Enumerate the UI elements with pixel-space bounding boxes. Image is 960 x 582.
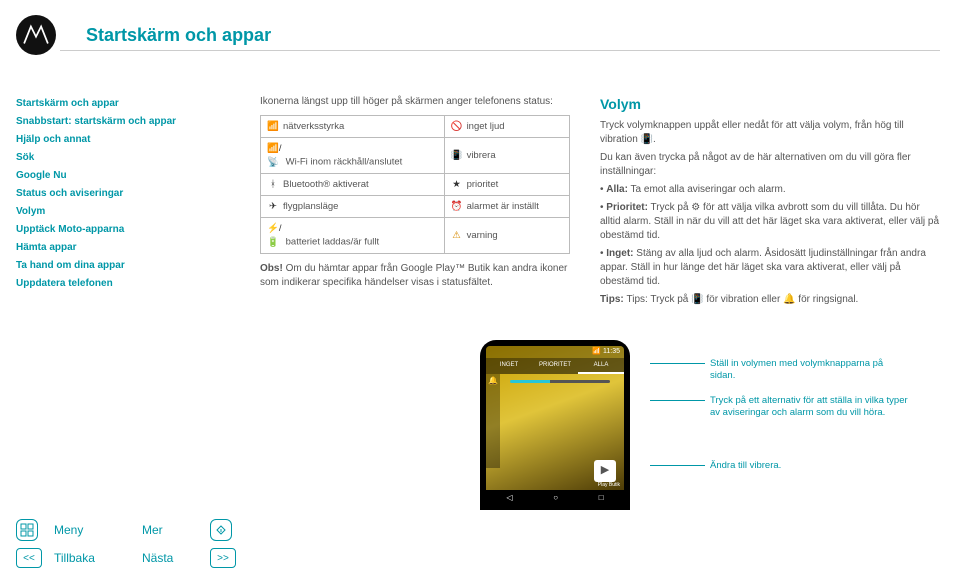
sidebar-item[interactable]: Uppdatera telefonen	[16, 275, 226, 293]
sidebar-item[interactable]: Snabbstart: startskärm och appar	[16, 113, 226, 131]
play-store-icon[interactable]: ▶	[594, 460, 616, 482]
sidebar-item[interactable]: Upptäck Moto-apparna	[16, 221, 226, 239]
no-sound-icon: 🚫	[451, 120, 463, 133]
bullet-none: Inget: Stäng av alla ljud och alarm. Åsi…	[600, 247, 940, 289]
tab-all[interactable]: ALLA	[578, 358, 624, 374]
phone-statusbar: 📶 11:35	[486, 346, 624, 358]
table-row: ⚡/🔋 batteriet laddas/är fullt ⚠ varning	[261, 218, 570, 254]
cell-text: nätverksstyrka	[283, 121, 344, 132]
cell-text: alarmet är inställt	[467, 201, 539, 212]
motorola-logo	[16, 15, 56, 55]
doc-footer-nav: Meny Mer << Tillbaka Nästa >>	[16, 518, 244, 570]
volume-p1: Tryck volymknappen uppåt eller nedåt för…	[600, 119, 940, 147]
sidebar-item[interactable]: Ta hand om dina appar	[16, 257, 226, 275]
cell-text: Wi-Fi inom räckhåll/anslutet	[283, 157, 402, 168]
menu-label[interactable]: Meny	[54, 523, 134, 537]
signal-icon: 📶	[267, 120, 279, 133]
battery-icon: ⚡/🔋	[267, 222, 279, 249]
bullet-all: Alla: Ta emot alla aviseringar och alarm…	[600, 183, 940, 197]
cell-text: inget ljud	[467, 121, 505, 132]
volume-slider[interactable]	[510, 380, 610, 383]
status-icon-table: 📶 nätverksstyrka 🚫 inget ljud 📶/📡 Wi-Fi in…	[260, 115, 570, 254]
volume-section: Volym Tryck volymknappen uppåt eller ned…	[600, 95, 940, 311]
bluetooth-icon: ᚼ	[267, 178, 279, 191]
phone-navbar: ◁ ○ □	[486, 490, 624, 504]
warning-icon: ⚠	[451, 229, 463, 242]
sidebar-item[interactable]: Volym	[16, 203, 226, 221]
table-row: 📶/📡 Wi-Fi inom räckhåll/anslutet 📳 vibrer…	[261, 138, 570, 174]
phone-illustration: 📶 11:35 INGET PRIORITET ALLA 🔔 ▶ Play Bu…	[480, 340, 950, 530]
obs-note: Obs! Om du hämtar appar från Google Play…	[260, 262, 570, 290]
volume-mode-tabs: INGET PRIORITET ALLA	[486, 358, 624, 374]
next-label[interactable]: Nästa	[142, 551, 202, 565]
phone-screen: 📶 11:35 INGET PRIORITET ALLA 🔔 ▶ Play Bu…	[486, 346, 624, 504]
sidebar-item[interactable]: Sök	[16, 149, 226, 167]
play-store-label: Play Butik	[598, 482, 620, 488]
nav-home-icon[interactable]: ○	[553, 493, 558, 502]
bell-icon[interactable]: 🔔	[486, 374, 500, 468]
annotation-vibrate: Ändra till vibrera.	[710, 460, 910, 472]
header-rule	[60, 50, 940, 51]
tips-line: Tips: Tips: Tryck på 📳 för vibration ell…	[600, 293, 940, 307]
sidebar-item[interactable]: Startskärm och appar	[16, 95, 226, 113]
table-row: ✈ flygplansläge ⏰ alarmet är inställt	[261, 196, 570, 218]
cell-text: prioritet	[467, 179, 499, 190]
sidebar-item[interactable]: Status och aviseringar	[16, 185, 226, 203]
more-icon[interactable]	[210, 519, 232, 541]
status-intro: Ikonerna längst upp till höger på skärme…	[260, 95, 570, 109]
more-label[interactable]: Mer	[142, 523, 202, 537]
vibrate-icon: 📳	[451, 149, 463, 162]
next-button[interactable]: >>	[210, 548, 236, 568]
nav-back-icon[interactable]: ◁	[506, 493, 512, 502]
sidebar-item[interactable]: Google Nu	[16, 167, 226, 185]
cell-text: Bluetooth® aktiverat	[283, 179, 369, 190]
table-row: 📶 nätverksstyrka 🚫 inget ljud	[261, 116, 570, 138]
vibrate-inline-icon: 📳	[641, 134, 653, 145]
cell-text: batteriet laddas/är fullt	[283, 237, 379, 248]
volume-heading: Volym	[600, 95, 940, 115]
page-title: Startskärm och appar	[86, 25, 271, 46]
menu-icon[interactable]	[16, 519, 38, 541]
sidebar-item[interactable]: Hjälp och annat	[16, 131, 226, 149]
volume-p2: Du kan även trycka på något av de här al…	[600, 151, 940, 179]
sidebar: Startskärm och appar Snabbstart: startsk…	[16, 95, 226, 293]
wifi-icon: 📶/📡	[267, 142, 279, 169]
tab-none[interactable]: INGET	[486, 358, 532, 374]
cell-text: flygplansläge	[283, 201, 338, 212]
annotation-tabs: Tryck på ett alternativ för att ställa i…	[710, 395, 910, 420]
back-button[interactable]: <<	[16, 548, 42, 568]
airplane-icon: ✈	[267, 200, 279, 213]
phone-frame: 📶 11:35 INGET PRIORITET ALLA 🔔 ▶ Play Bu…	[480, 340, 630, 510]
nav-recent-icon[interactable]: □	[599, 493, 604, 502]
priority-icon: ★	[451, 178, 463, 191]
cell-text: varning	[467, 230, 498, 241]
bullet-priority: Prioritet: Tryck på ⚙ för att välja vilk…	[600, 201, 940, 243]
cell-text: vibrera	[467, 150, 496, 161]
tab-priority[interactable]: PRIORITET	[532, 358, 578, 374]
alarm-icon: ⏰	[451, 200, 463, 213]
sidebar-item[interactable]: Hämta appar	[16, 239, 226, 257]
status-icons-section: Ikonerna längst upp till höger på skärme…	[260, 95, 570, 290]
back-label[interactable]: Tillbaka	[54, 551, 134, 565]
table-row: ᚼ Bluetooth® aktiverat ★ prioritet	[261, 173, 570, 195]
annotation-volume-buttons: Ställ in volymen med volymknapparna på s…	[710, 358, 910, 383]
